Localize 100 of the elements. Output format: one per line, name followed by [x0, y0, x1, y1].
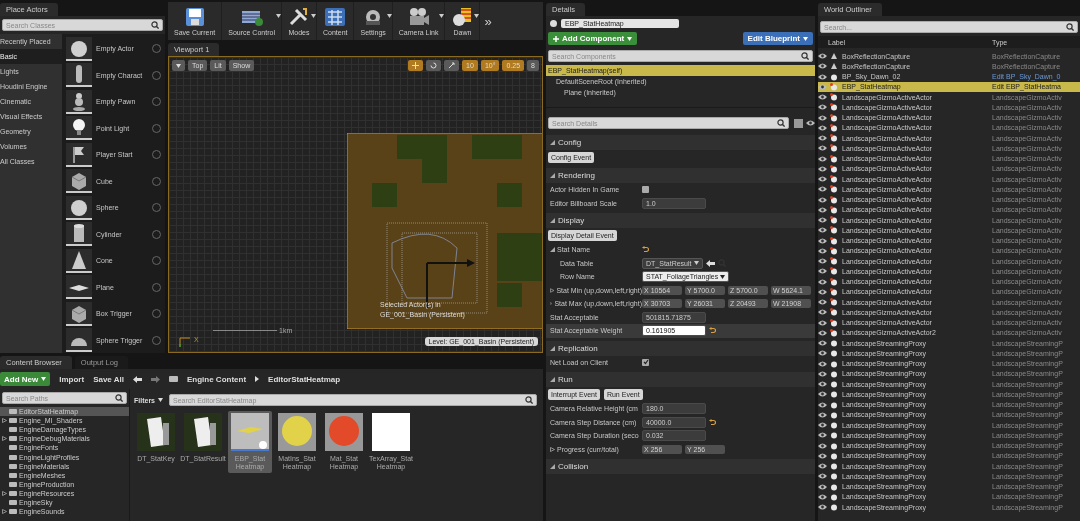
section-header[interactable]: Run: [546, 372, 815, 387]
expand-arrow-icon[interactable]: [550, 287, 555, 293]
floppy-icon: [183, 6, 206, 27]
eye-icon[interactable]: [818, 350, 827, 357]
eye-icon[interactable]: [818, 247, 827, 254]
back-arrow-icon[interactable]: [132, 375, 142, 383]
eye-icon[interactable]: [818, 237, 827, 244]
move-tool-button[interactable]: [408, 60, 424, 71]
more-button[interactable]: »: [480, 2, 496, 40]
expand-arrow-icon[interactable]: [2, 509, 7, 515]
eye-icon[interactable]: [818, 135, 827, 142]
cone-icon: [66, 248, 92, 273]
search-icon: [801, 52, 809, 60]
eye-icon[interactable]: [818, 340, 827, 347]
eye-icon[interactable]: [818, 206, 827, 213]
expand-arrow-icon[interactable]: [550, 218, 555, 223]
forward-arrow-icon[interactable]: [150, 375, 160, 383]
eye-icon[interactable]: [818, 309, 827, 316]
eye-icon[interactable]: [818, 104, 827, 111]
expand-arrow-icon[interactable]: [550, 446, 555, 452]
cylinder-icon: [66, 222, 92, 247]
eye-icon[interactable]: [818, 73, 827, 80]
eye-icon[interactable]: [818, 227, 827, 234]
edit-blueprint-button[interactable]: Edit Blueprint: [742, 32, 813, 45]
eye-icon[interactable]: [818, 196, 827, 203]
reset-icon[interactable]: [642, 246, 649, 254]
rotate-tool-button[interactable]: [426, 60, 442, 71]
eye-icon[interactable]: [818, 83, 827, 90]
import-button[interactable]: Import: [59, 374, 85, 384]
section-header[interactable]: Display: [546, 213, 815, 228]
expand-arrow-icon[interactable]: [550, 345, 555, 351]
breadcrumb-item[interactable]: EditorStatHeatmap: [268, 374, 341, 384]
plus-icon: [553, 35, 559, 42]
eye-icon[interactable]: [818, 391, 827, 398]
capsule-icon: [66, 63, 92, 88]
expand-arrow-icon[interactable]: [2, 418, 7, 424]
plane-icon: [66, 275, 92, 300]
eye-icon[interactable]: [818, 217, 827, 224]
eye-icon[interactable]: [818, 504, 827, 511]
eye-icon[interactable]: [818, 329, 827, 336]
eye-icon[interactable]: [818, 176, 827, 183]
expand-arrow-icon[interactable]: [2, 490, 7, 496]
eye-icon[interactable]: [818, 452, 827, 459]
eye-icon[interactable]: [818, 432, 827, 439]
expand-arrow-icon[interactable]: [550, 173, 555, 178]
section-header[interactable]: Config: [546, 135, 815, 150]
add-new-button[interactable]: Add New: [0, 372, 51, 386]
eye-icon[interactable]: [818, 483, 827, 490]
eye-icon[interactable]: [818, 145, 827, 152]
eye-icon[interactable]: [818, 299, 827, 306]
actor-icon: [550, 20, 557, 27]
eye-icon[interactable]: [818, 370, 827, 377]
section-header[interactable]: Collision: [546, 459, 815, 474]
search-icon: [777, 119, 785, 127]
eye-icon[interactable]: [818, 422, 827, 429]
add-component-button[interactable]: Add Component: [548, 32, 638, 45]
breadcrumb-item[interactable]: Engine Content: [186, 374, 247, 384]
flag-icon: [66, 142, 92, 167]
expand-arrow-icon[interactable]: [2, 436, 7, 442]
eye-icon[interactable]: [818, 288, 827, 295]
eye-icon[interactable]: [818, 155, 827, 162]
reset-icon[interactable]: [709, 418, 716, 426]
caret-icon: [693, 261, 699, 266]
eye-icon[interactable]: [818, 463, 827, 470]
expand-arrow-icon[interactable]: [550, 377, 555, 382]
eye-icon[interactable]: [818, 53, 827, 60]
eye-icon[interactable]: [818, 473, 827, 480]
caret-icon: [720, 274, 726, 279]
eye-icon[interactable]: [818, 186, 827, 193]
bulb-icon: [66, 116, 92, 141]
eye-icon[interactable]: [818, 63, 827, 70]
expand-arrow-icon[interactable]: [550, 464, 555, 469]
eye-icon[interactable]: [818, 411, 827, 418]
eye-icon[interactable]: [818, 124, 827, 131]
eye-icon[interactable]: [818, 114, 827, 121]
grid-icon: [324, 6, 347, 27]
eye-icon[interactable]: [806, 120, 815, 126]
checkbox[interactable]: [642, 186, 649, 194]
eye-icon[interactable]: [818, 493, 827, 500]
eye-icon[interactable]: [818, 319, 827, 326]
eye-icon[interactable]: [818, 360, 827, 367]
viewport-options-button[interactable]: [172, 60, 185, 71]
eye-icon[interactable]: [818, 381, 827, 388]
expand-arrow-icon[interactable]: [550, 140, 555, 145]
arrow-left-icon[interactable]: [705, 259, 715, 267]
checkbox[interactable]: [642, 358, 649, 366]
save-all-button[interactable]: Save All: [93, 374, 124, 384]
eye-icon[interactable]: [818, 442, 827, 449]
eye-icon[interactable]: [818, 268, 827, 275]
section-header[interactable]: Replication: [546, 340, 815, 356]
scale-icon: [448, 62, 456, 69]
section-header[interactable]: Rendering: [546, 168, 815, 183]
reset-icon[interactable]: [709, 327, 716, 335]
eye-icon[interactable]: [818, 401, 827, 408]
eye-icon[interactable]: [818, 258, 827, 265]
expand-arrow-icon[interactable]: [550, 247, 555, 253]
eye-icon[interactable]: [818, 165, 827, 172]
eye-icon[interactable]: [818, 94, 827, 101]
eye-icon[interactable]: [818, 278, 827, 285]
scale-tool-button[interactable]: [444, 60, 460, 71]
